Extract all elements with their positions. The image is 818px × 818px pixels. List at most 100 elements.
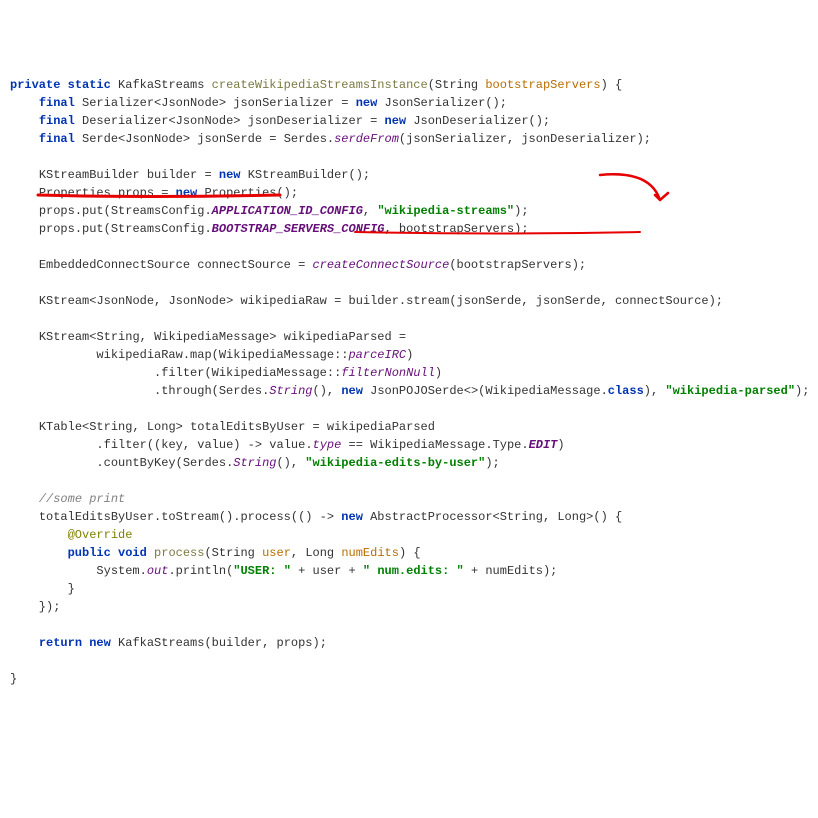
var: numEdits xyxy=(485,564,543,578)
keyword: new xyxy=(356,96,378,110)
param: key xyxy=(161,438,183,452)
method-name: createWikipediaStreamsInstance xyxy=(212,78,428,92)
type: Properties xyxy=(39,186,111,200)
type: String xyxy=(435,78,478,92)
keyword: void xyxy=(118,546,147,560)
param: bootstrapServers xyxy=(485,78,600,92)
type: JsonNode xyxy=(176,114,234,128)
code-block: private static KafkaStreams createWikipe… xyxy=(10,76,808,688)
arg: connectSource xyxy=(615,294,709,308)
type: KStreamBuilder xyxy=(39,168,140,182)
type: Type xyxy=(493,438,522,452)
method: serdeFrom xyxy=(334,132,399,146)
var: builder xyxy=(147,168,197,182)
type: JsonNode xyxy=(125,132,183,146)
type: String xyxy=(500,510,543,524)
constant: APPLICATION_ID_CONFIG xyxy=(212,204,363,218)
var: jsonSerializer xyxy=(233,96,334,110)
method: filter xyxy=(104,438,147,452)
arg: builder xyxy=(212,636,262,650)
type: Long xyxy=(557,510,586,524)
type: Serdes xyxy=(183,456,226,470)
keyword: private xyxy=(10,78,60,92)
method: println xyxy=(176,564,226,578)
method: filter xyxy=(161,366,204,380)
var: props xyxy=(118,186,154,200)
type: WikipediaMessage xyxy=(212,366,327,380)
keyword: new xyxy=(341,510,363,524)
type: String xyxy=(96,330,139,344)
type: KafkaStreams xyxy=(118,78,204,92)
method: toStream xyxy=(161,510,219,524)
string: "USER: " xyxy=(233,564,291,578)
type: KStream xyxy=(39,294,89,308)
type: Long xyxy=(305,546,334,560)
method: put xyxy=(82,204,104,218)
arg: jsonSerde xyxy=(457,294,522,308)
var: wikipediaRaw xyxy=(240,294,326,308)
keyword: new xyxy=(89,636,111,650)
keyword: new xyxy=(341,384,363,398)
keyword: class xyxy=(608,384,644,398)
type: Long xyxy=(147,420,176,434)
type: Serdes xyxy=(284,132,327,146)
keyword: new xyxy=(219,168,241,182)
method: String xyxy=(233,456,276,470)
var: jsonSerde xyxy=(197,132,262,146)
method: stream xyxy=(406,294,449,308)
arg: jsonDeserializer xyxy=(521,132,636,146)
arg: bootstrapServers xyxy=(399,222,514,236)
type: JsonSerializer xyxy=(385,96,486,110)
method-name: process xyxy=(154,546,204,560)
type: JsonNode xyxy=(96,294,154,308)
field: type xyxy=(313,438,342,452)
var: wikipediaParsed xyxy=(284,330,392,344)
type: System xyxy=(96,564,139,578)
var: jsonDeserializer xyxy=(248,114,363,128)
var: builder xyxy=(349,294,399,308)
type: KStreamBuilder xyxy=(248,168,349,182)
var: props xyxy=(39,222,75,236)
type: WikipediaMessage xyxy=(485,384,600,398)
arg: jsonSerde xyxy=(536,294,601,308)
type: JsonNode xyxy=(161,96,219,110)
param: numEdits xyxy=(341,546,399,560)
constant: EDIT xyxy=(529,438,558,452)
method-ref: filterNonNull xyxy=(341,366,435,380)
string: "wikipedia-streams" xyxy=(377,204,514,218)
param: user xyxy=(262,546,291,560)
keyword: return xyxy=(39,636,82,650)
arg: jsonSerializer xyxy=(406,132,507,146)
comment: //some print xyxy=(39,492,125,506)
keyword: final xyxy=(39,132,75,146)
var: user xyxy=(313,564,342,578)
var: totalEditsByUser xyxy=(39,510,154,524)
method: String xyxy=(269,384,312,398)
keyword: static xyxy=(68,78,111,92)
method: through xyxy=(161,384,211,398)
keyword: final xyxy=(39,114,75,128)
type: Deserializer xyxy=(82,114,168,128)
keyword: public xyxy=(68,546,111,560)
type: AbstractProcessor xyxy=(370,510,492,524)
keyword: new xyxy=(176,186,198,200)
type: Properties xyxy=(204,186,276,200)
type: Serializer xyxy=(82,96,154,110)
param: value xyxy=(197,438,233,452)
arg: bootstrapServers xyxy=(457,258,572,272)
string: " num.edits: " xyxy=(363,564,464,578)
type: Serdes xyxy=(219,384,262,398)
type: StreamsConfig xyxy=(111,204,205,218)
constant: BOOTSTRAP_SERVERS_CONFIG xyxy=(212,222,385,236)
var: value xyxy=(269,438,305,452)
type: String xyxy=(89,420,132,434)
method-ref: parceIRC xyxy=(348,348,406,362)
method: put xyxy=(82,222,104,236)
type: JsonDeserializer xyxy=(413,114,528,128)
type: KafkaStreams xyxy=(118,636,204,650)
type: StreamsConfig xyxy=(111,222,205,236)
type: WikipediaMessage xyxy=(154,330,269,344)
type: JsonPOJOSerde xyxy=(370,384,464,398)
annotation: @Override xyxy=(68,528,133,542)
keyword: final xyxy=(39,96,75,110)
